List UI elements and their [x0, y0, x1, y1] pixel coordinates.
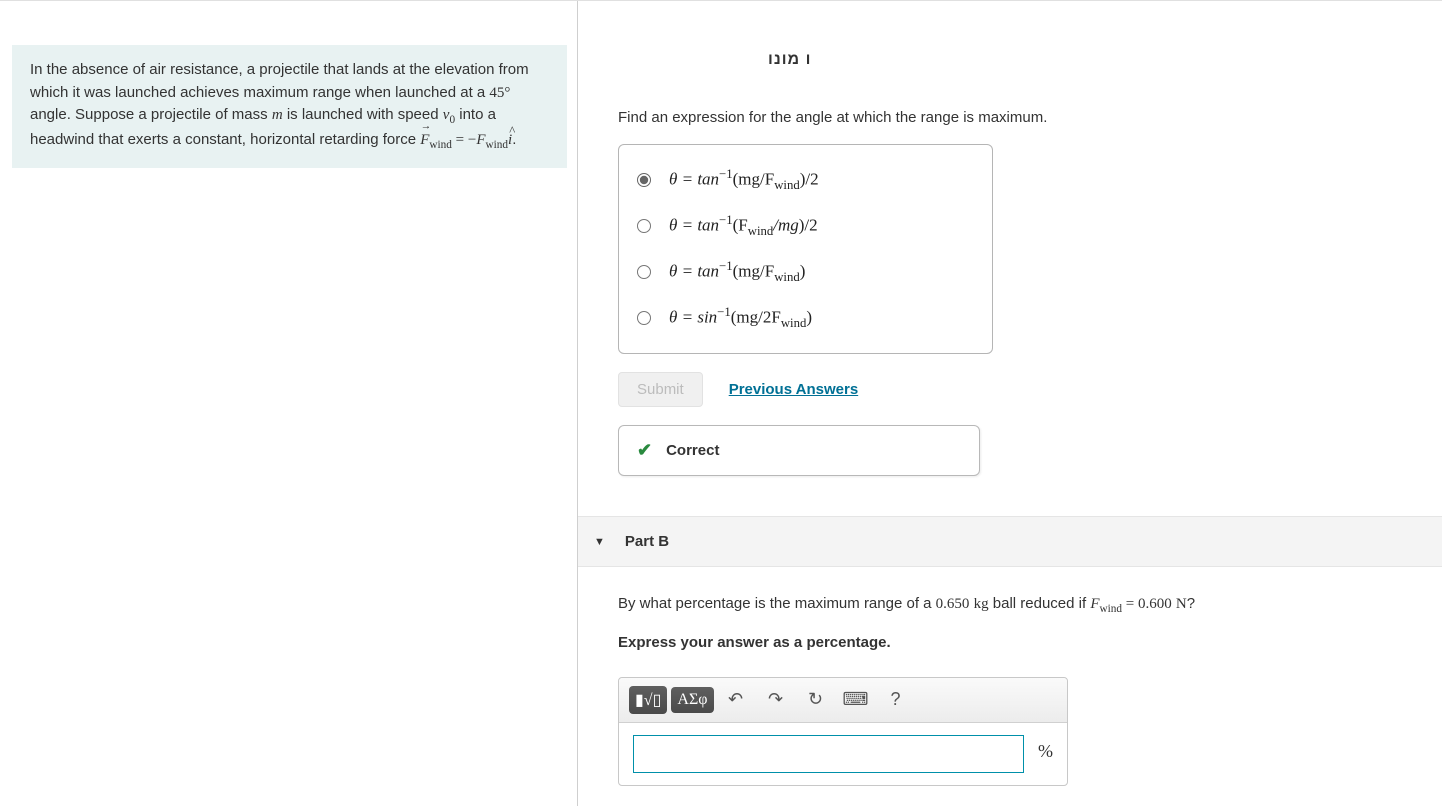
answer-input[interactable] [633, 735, 1024, 773]
choice-group: θ = tan−1(mg/Fwind)/2 θ = tan−1(Fwind/mg… [618, 144, 993, 354]
mass-var: m [272, 107, 283, 123]
choice-1[interactable]: θ = tan−1(Fwind/mg)/2 [619, 203, 992, 249]
caret-down-icon[interactable]: ▼ [594, 536, 605, 548]
choice-1-math: θ = tan−1(Fwind/mg)/2 [669, 213, 818, 239]
choice-3-math: θ = sin−1(mg/2Fwind) [669, 305, 812, 331]
problem-statement: In the absence of air resistance, a proj… [12, 45, 567, 168]
equals: = [452, 132, 468, 148]
part-a-question: Find an expression for the angle at whic… [618, 109, 1402, 126]
answer-box: ▮√▯ ΑΣφ ↶ ↷ ↻ ⌨ ? % [618, 677, 1068, 786]
feedback-correct: ✔ Correct [618, 425, 980, 476]
choice-0[interactable]: θ = tan−1(mg/Fwind)/2 [619, 157, 992, 203]
part-b-question: By what percentage is the maximum range … [578, 567, 1442, 654]
choice-1-radio[interactable] [637, 219, 651, 233]
choice-3[interactable]: θ = sin−1(mg/2Fwind) [619, 295, 992, 341]
part-b-instruction: Express your answer as a percentage. [618, 632, 1402, 655]
equation-toolbar: ▮√▯ ΑΣφ ↶ ↷ ↻ ⌨ ? [619, 678, 1067, 723]
reset-icon[interactable]: ↻ [798, 689, 834, 710]
force-lhs-sub: wind [429, 139, 452, 151]
redo-icon[interactable]: ↷ [758, 689, 794, 710]
previous-answers-link[interactable]: Previous Answers [729, 381, 859, 398]
help-icon[interactable]: ? [878, 689, 914, 710]
submit-button[interactable]: Submit [618, 372, 703, 407]
templates-button[interactable]: ▮√▯ [629, 686, 667, 714]
part-b-header[interactable]: ▼ Part B [578, 516, 1442, 567]
force-rhs-sub: wind [486, 139, 509, 151]
choice-0-math: θ = tan−1(mg/Fwind)/2 [669, 167, 819, 193]
feedback-text: Correct [666, 442, 719, 459]
part-b-title: Part B [625, 533, 669, 550]
part-a-header-truncated: ו מונו [578, 1, 1442, 81]
choice-2[interactable]: θ = tan−1(mg/Fwind) [619, 249, 992, 295]
keyboard-icon[interactable]: ⌨ [838, 689, 874, 710]
greek-button[interactable]: ΑΣφ [671, 687, 713, 713]
angle-45: 45° [489, 85, 510, 101]
choice-2-radio[interactable] [637, 265, 651, 279]
problem-text-1: In the absence of air resistance, a proj… [30, 61, 529, 101]
unit-label: % [1024, 735, 1053, 773]
choice-3-radio[interactable] [637, 311, 651, 325]
check-icon: ✔ [637, 440, 652, 461]
problem-text-3: is launched with speed [283, 106, 443, 123]
force-vec-lhs: F [420, 129, 429, 152]
choice-0-radio[interactable] [637, 173, 651, 187]
problem-text-2: angle. Suppose a projectile of mass [30, 106, 272, 123]
i-hat: i [508, 129, 512, 152]
force-rhs: F [476, 132, 485, 148]
undo-icon[interactable]: ↶ [718, 689, 754, 710]
choice-2-math: θ = tan−1(mg/Fwind) [669, 259, 805, 285]
